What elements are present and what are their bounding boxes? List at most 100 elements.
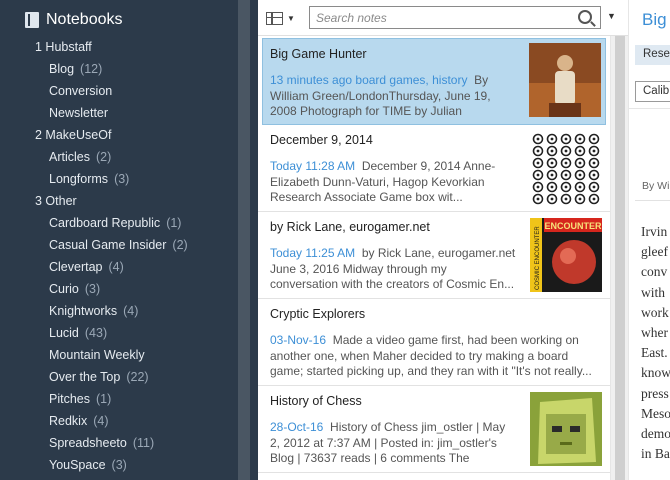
note-card-title: by Rick Lane, eurogamer.net: [270, 220, 430, 234]
note-body-line: know: [641, 365, 670, 381]
note-list-scrollbar[interactable]: [610, 36, 628, 480]
notebook-item[interactable]: Conversion: [0, 80, 238, 102]
note-card-title: Cryptic Explorers: [270, 307, 366, 321]
note-card-snippet: 03-Nov-16 Made a video game first, had b…: [270, 333, 598, 380]
notebook-list: 1 Hubstaff Blog (12) Conversion Newsletter 2 …: [0, 36, 238, 476]
notebook-label: 2 MakeUseOf: [35, 128, 112, 142]
note-thumbnail: [530, 392, 602, 466]
note-body-line: in Ba: [641, 446, 670, 462]
note-list-panel: ▼ ▼ Big Game Hunter 13 minutes ago board …: [258, 0, 628, 480]
notebook-label: Redkix: [49, 414, 88, 428]
notebook-count: (1): [96, 392, 112, 406]
notebook-item[interactable]: Articles (2): [0, 146, 238, 168]
note-body-line: wher: [641, 325, 668, 341]
note-card[interactable]: Cryptic Explorers 03-Nov-16 Made a video …: [258, 299, 610, 386]
note-body-line: conv: [641, 264, 668, 280]
notebook-selector[interactable]: Resea: [635, 45, 670, 65]
notebook-stack[interactable]: 2 MakeUseOf: [0, 124, 238, 146]
notebook-stack[interactable]: 3 Other: [0, 190, 238, 212]
notebook-label: Curio: [49, 282, 79, 296]
notebook-item[interactable]: Lucid (43): [0, 322, 238, 344]
notebook-label: Pitches: [49, 392, 90, 406]
note-body-line: with: [641, 284, 666, 300]
note-card-separator: [326, 333, 333, 347]
notebook-label: Articles: [49, 150, 90, 164]
note-card-meta: 13 minutes ago board games, history: [270, 73, 468, 87]
note-card-meta: Today 11:28 AM: [270, 159, 356, 173]
notebook-item[interactable]: Blog (12): [0, 58, 238, 80]
note-body-line: press: [641, 385, 669, 401]
notebook-label: Mountain Weekly: [49, 348, 145, 362]
notebook-count: (3): [111, 458, 127, 472]
notebook-label: Cardboard Republic: [49, 216, 161, 230]
notebook-count: (3): [84, 282, 101, 296]
chevron-down-icon: ▼: [287, 13, 295, 23]
notebook-item[interactable]: Longforms (3): [0, 168, 238, 190]
notebook-item[interactable]: YouSpace (3): [0, 454, 238, 476]
notebook-item[interactable]: Spreadsheeto (11): [0, 432, 238, 454]
search-options-chevron-icon[interactable]: ▼: [607, 11, 616, 21]
note-card-meta: 03-Nov-16: [270, 333, 327, 347]
notebooks-header[interactable]: Notebooks: [25, 9, 123, 31]
notebook-count: (4): [108, 260, 124, 274]
note-card-meta: Today 11:25 AM: [270, 246, 356, 260]
note-card-snippet: 13 minutes ago board games, history By W…: [270, 73, 517, 120]
editor-separator: [635, 200, 670, 201]
note-body[interactable]: Irvin gleef conv with work wher East. know press…: [641, 222, 670, 464]
view-options-button[interactable]: ▼: [266, 9, 296, 27]
notebook-item[interactable]: Newsletter: [0, 102, 238, 124]
notebooks-title: Notebooks: [46, 11, 123, 28]
editor-toolbar-divider: [629, 108, 670, 109]
notebook-count: (4): [123, 304, 139, 318]
search-box[interactable]: [309, 6, 601, 29]
note-thumbnail: [530, 131, 602, 205]
sidebar-scrollbar[interactable]: [238, 0, 250, 480]
notebook-count: (12): [80, 62, 103, 76]
notebook-label: Lucid: [49, 326, 79, 340]
note-card[interactable]: by Rick Lane, eurogamer.net Today 11:25 A…: [258, 212, 610, 299]
notebook-item[interactable]: Knightworks (4): [0, 300, 238, 322]
note-card[interactable]: Big Game Hunter 13 minutes ago board game…: [262, 38, 606, 125]
note-title[interactable]: Big G: [642, 10, 670, 30]
note-card-snippet: 28-Oct-16 History of Chess jim_ostler | …: [270, 420, 517, 467]
notebook-count: (1): [166, 216, 182, 230]
note-editor: Big G Resea Calibr By Wil Irvin gleef conv…: [628, 0, 670, 480]
notebook-stack[interactable]: 1 Hubstaff: [0, 36, 238, 58]
card-view-icon: [266, 11, 283, 25]
notebook-item[interactable]: Pitches (1): [0, 388, 238, 410]
notebook-count: (2): [172, 238, 188, 252]
notebook-label: Longforms: [49, 172, 109, 186]
notebook-label: YouSpace: [49, 458, 106, 472]
notebook-label: 1 Hubstaff: [35, 40, 92, 54]
notebook-count: (3): [114, 172, 130, 186]
note-body-line: Irvin: [641, 224, 668, 239]
notebook-item[interactable]: Clevertap (4): [0, 256, 238, 278]
search-input[interactable]: [310, 7, 570, 28]
note-card-title: Big Game Hunter: [270, 47, 367, 61]
note-card-meta: 28-Oct-16: [270, 420, 324, 434]
note-body-line: Meso: [641, 405, 670, 421]
note-body-line: demo: [641, 426, 670, 442]
note-body-line: East.: [641, 345, 668, 361]
note-card[interactable]: December 9, 2014 Today 11:28 AM December …: [258, 125, 610, 212]
note-thumbnail: ENCOUNTER COSMIC ENCOUNTER: [530, 218, 602, 292]
notebook-label: Over the Top: [49, 370, 121, 384]
thumbnail-caption: ENCOUNTER: [544, 221, 602, 231]
notebooks-sidebar: Notebooks 1 Hubstaff Blog (12) Conversion Ne…: [0, 0, 238, 480]
thumbnail-side-caption: COSMIC ENCOUNTER: [535, 226, 541, 290]
notebook-item[interactable]: Mountain Weekly: [0, 344, 238, 366]
note-thumbnail: [529, 43, 601, 117]
notebook-item[interactable]: Cardboard Republic (1): [0, 212, 238, 234]
scrollbar-thumb[interactable]: [615, 36, 625, 480]
notes-list: Big Game Hunter 13 minutes ago board game…: [258, 36, 610, 473]
notebook-label: Clevertap: [49, 260, 103, 274]
notebook-item[interactable]: Over the Top (22): [0, 366, 238, 388]
note-card[interactable]: History of Chess 28-Oct-16 History of Che…: [258, 386, 610, 473]
sidebar-divider[interactable]: [250, 0, 258, 480]
font-selector[interactable]: Calibr: [635, 81, 670, 102]
notebook-item[interactable]: Casual Game Insider (2): [0, 234, 238, 256]
search-icon[interactable]: [578, 10, 592, 24]
notebook-item[interactable]: Curio (3): [0, 278, 238, 300]
notebook-item[interactable]: Redkix (4): [0, 410, 238, 432]
notebook-label: Newsletter: [49, 106, 109, 120]
